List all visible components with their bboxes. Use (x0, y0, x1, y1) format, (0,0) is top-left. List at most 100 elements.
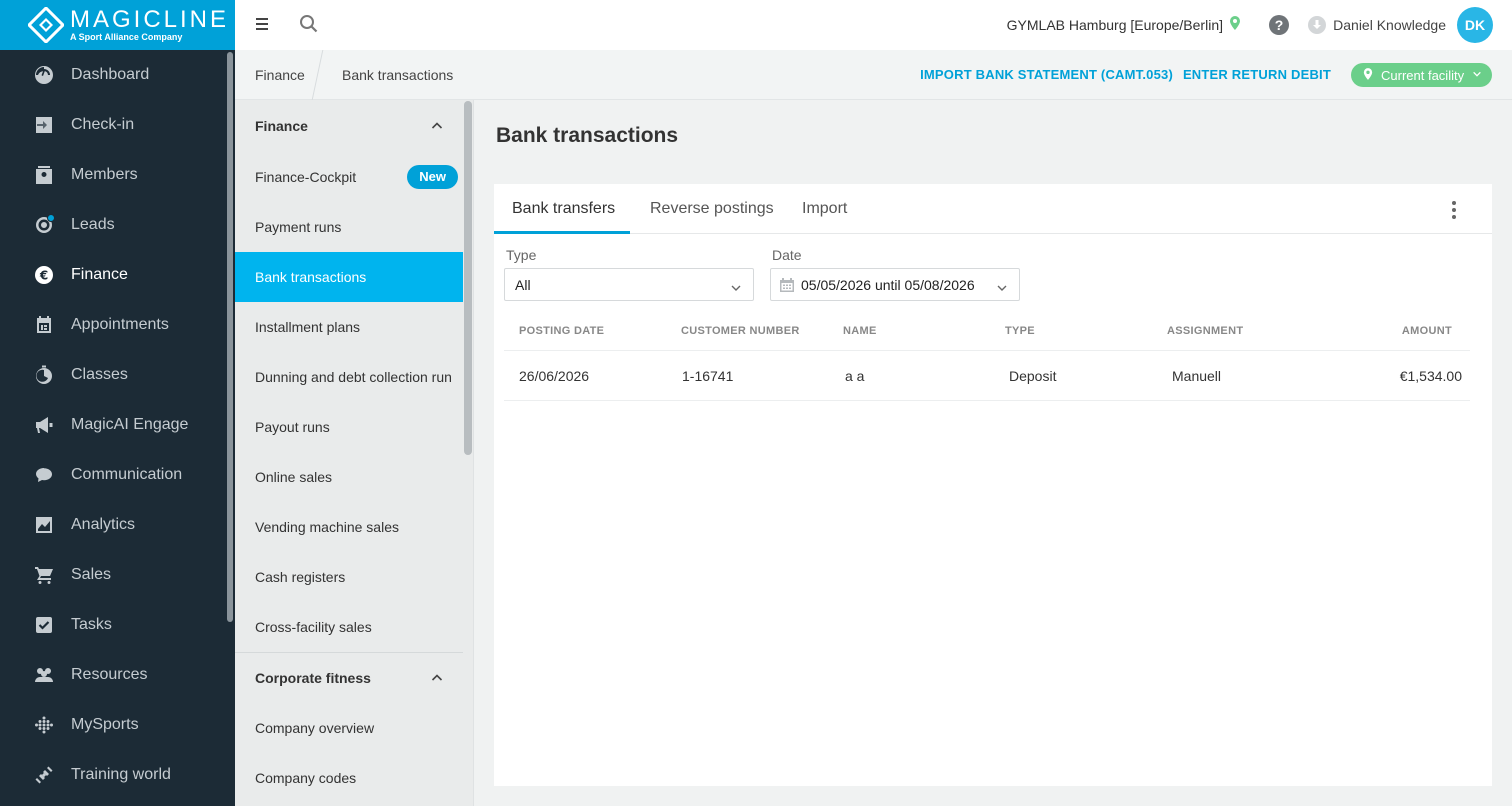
subnav-section-finance[interactable]: Finance (235, 100, 473, 152)
current-facility-filter[interactable]: Current facility (1351, 63, 1492, 87)
stopwatch-icon (34, 365, 54, 385)
subnav-item-label: Bank transactions (255, 269, 367, 285)
nav-item-dashboard[interactable]: Dashboard (0, 50, 223, 100)
section-title: Corporate fitness (255, 670, 371, 686)
tab-import[interactable]: Import (802, 200, 847, 218)
subnav-item-installment-plans[interactable]: Installment plans (235, 302, 463, 352)
column-header-name[interactable]: NAME (843, 325, 877, 337)
help-icon[interactable]: ? (1269, 15, 1289, 35)
subnav-item-bank-transactions[interactable]: Bank transactions (235, 252, 463, 302)
type-select[interactable]: All (504, 268, 754, 301)
avatar[interactable]: DK (1457, 7, 1493, 43)
brand-tagline: A Sport Alliance Company (70, 32, 183, 42)
nav-item-label: Sales (71, 566, 112, 583)
nav-item-appointments[interactable]: Appointments (0, 300, 223, 350)
finance-subnav: Finance Finance-Cockpit New Payment runs… (235, 100, 474, 806)
search-icon[interactable] (299, 14, 319, 34)
nav-item-finance[interactable]: € Finance (0, 250, 223, 300)
notification-dot (47, 214, 55, 222)
subnav-item-company-codes[interactable]: Company codes (235, 753, 463, 803)
cell-customer-number[interactable]: 1-16741 (682, 368, 733, 384)
transactions-card: Bank transfers Reverse postings Import T… (494, 184, 1492, 786)
enter-return-debit-button[interactable]: ENTER RETURN DEBIT (1183, 67, 1331, 82)
download-icon[interactable] (1308, 16, 1326, 34)
nav-item-communication[interactable]: Communication (0, 450, 223, 500)
nav-item-check-in[interactable]: Check-in (0, 100, 223, 150)
column-header-type[interactable]: TYPE (1005, 325, 1035, 337)
cart-icon (34, 565, 54, 585)
chevron-down-icon (731, 280, 741, 291)
breadcrumb-separator (311, 50, 324, 100)
subnav-item-vending-machine-sales[interactable]: Vending machine sales (235, 502, 463, 552)
subnav-item-label: Cash registers (255, 569, 346, 585)
nav-item-members[interactable]: Members (0, 150, 223, 200)
chart-icon (34, 515, 54, 535)
breadcrumb: Finance Bank transactions IMPORT BANK ST… (235, 50, 1512, 100)
top-bar: GYMLAB Hamburg [Europe/Berlin] ? Daniel … (235, 0, 1512, 50)
dumbbell-icon (34, 765, 54, 785)
breadcrumb-parent[interactable]: Finance (255, 67, 305, 83)
hamburger-menu-icon[interactable] (255, 15, 273, 33)
tab-reverse-postings[interactable]: Reverse postings (650, 200, 774, 218)
nav-item-analytics[interactable]: Analytics (0, 500, 223, 550)
subnav-item-label: Installment plans (255, 319, 361, 335)
nav-item-label: Communication (71, 466, 183, 483)
nav-item-label: Leads (71, 216, 115, 233)
subnav-item-cross-facility-sales[interactable]: Cross-facility sales (235, 602, 463, 652)
nav-item-tasks[interactable]: Tasks (0, 600, 223, 650)
import-bank-statement-button[interactable]: IMPORT BANK STATEMENT (CAMT.053) (920, 67, 1173, 82)
nav-item-label: Finance (71, 266, 128, 283)
nav-item-classes[interactable]: Classes (0, 350, 223, 400)
more-options-icon[interactable] (1452, 201, 1456, 219)
nav-item-label: Appointments (71, 316, 169, 333)
subnav-item-dunning[interactable]: Dunning and debt collection run (235, 352, 463, 402)
column-header-posting-date[interactable]: POSTING DATE (519, 325, 604, 337)
subnav-item-label: Payment runs (255, 219, 342, 235)
subnav-item-finance-cockpit[interactable]: Finance-Cockpit New (235, 152, 463, 202)
column-header-customer-number[interactable]: CUSTOMER NUMBER (681, 325, 800, 337)
people-icon (34, 665, 54, 685)
facility-selector[interactable]: GYMLAB Hamburg [Europe/Berlin] (1007, 16, 1241, 33)
nav-item-label: Dashboard (71, 66, 150, 83)
subnav-item-online-sales[interactable]: Online sales (235, 452, 463, 502)
table-row[interactable]: 26/06/2026 1-16741 a a Deposit Manuell €… (504, 351, 1470, 401)
column-header-assignment[interactable]: ASSIGNMENT (1167, 325, 1243, 337)
subnav-item-label: Payout runs (255, 419, 330, 435)
sidebar-scrollbar[interactable] (225, 50, 235, 806)
cell-assignment: Manuell (1172, 368, 1222, 384)
megaphone-icon (34, 415, 54, 435)
dashboard-icon (34, 65, 54, 85)
nav-item-resources[interactable]: Resources (0, 650, 223, 700)
subnav-section-corporate-fitness[interactable]: Corporate fitness (235, 653, 473, 703)
section-title: Finance (255, 118, 308, 134)
subnav-item-company-overview[interactable]: Company overview (235, 703, 463, 753)
subnav-item-payment-runs[interactable]: Payment runs (235, 202, 463, 252)
nav-item-leads[interactable]: Leads (0, 200, 223, 250)
chevron-down-icon (1472, 68, 1482, 83)
subnav-item-label: Company overview (255, 720, 375, 736)
euro-icon: € (34, 265, 54, 285)
type-select-value: All (515, 276, 531, 293)
user-name[interactable]: Daniel Knowledge (1333, 17, 1446, 33)
subnav-item-label: Online sales (255, 469, 333, 485)
cell-posting-date: 26/06/2026 (519, 368, 590, 384)
date-filter-label: Date (772, 247, 802, 263)
cell-name[interactable]: a a (845, 368, 864, 384)
subnav-item-payout-runs[interactable]: Payout runs (235, 402, 463, 452)
sidebar-scrollbar-thumb[interactable] (227, 52, 233, 622)
nav-item-mysports[interactable]: MySports (0, 700, 223, 750)
nav-item-label: Resources (71, 666, 148, 683)
page-title: Bank transactions (496, 124, 679, 147)
svg-text:€: € (39, 269, 48, 283)
nav-item-sales[interactable]: Sales (0, 550, 223, 600)
logo[interactable]: MAGICLINE A Sport Alliance Company (0, 0, 235, 50)
column-header-amount[interactable]: AMOUNT (1402, 325, 1452, 337)
subnav-scrollbar-thumb[interactable] (464, 101, 472, 455)
calendar-icon (779, 277, 795, 293)
subnav-item-cash-registers[interactable]: Cash registers (235, 552, 463, 602)
tab-bank-transfers[interactable]: Bank transfers (512, 200, 615, 218)
nav-item-label: Training world (71, 766, 171, 783)
date-range-picker[interactable]: 05/05/2026 until 05/08/2026 (770, 268, 1020, 301)
nav-item-magicai-engage[interactable]: MagicAI Engage (0, 400, 223, 450)
nav-item-training-world[interactable]: Training world (0, 750, 223, 800)
